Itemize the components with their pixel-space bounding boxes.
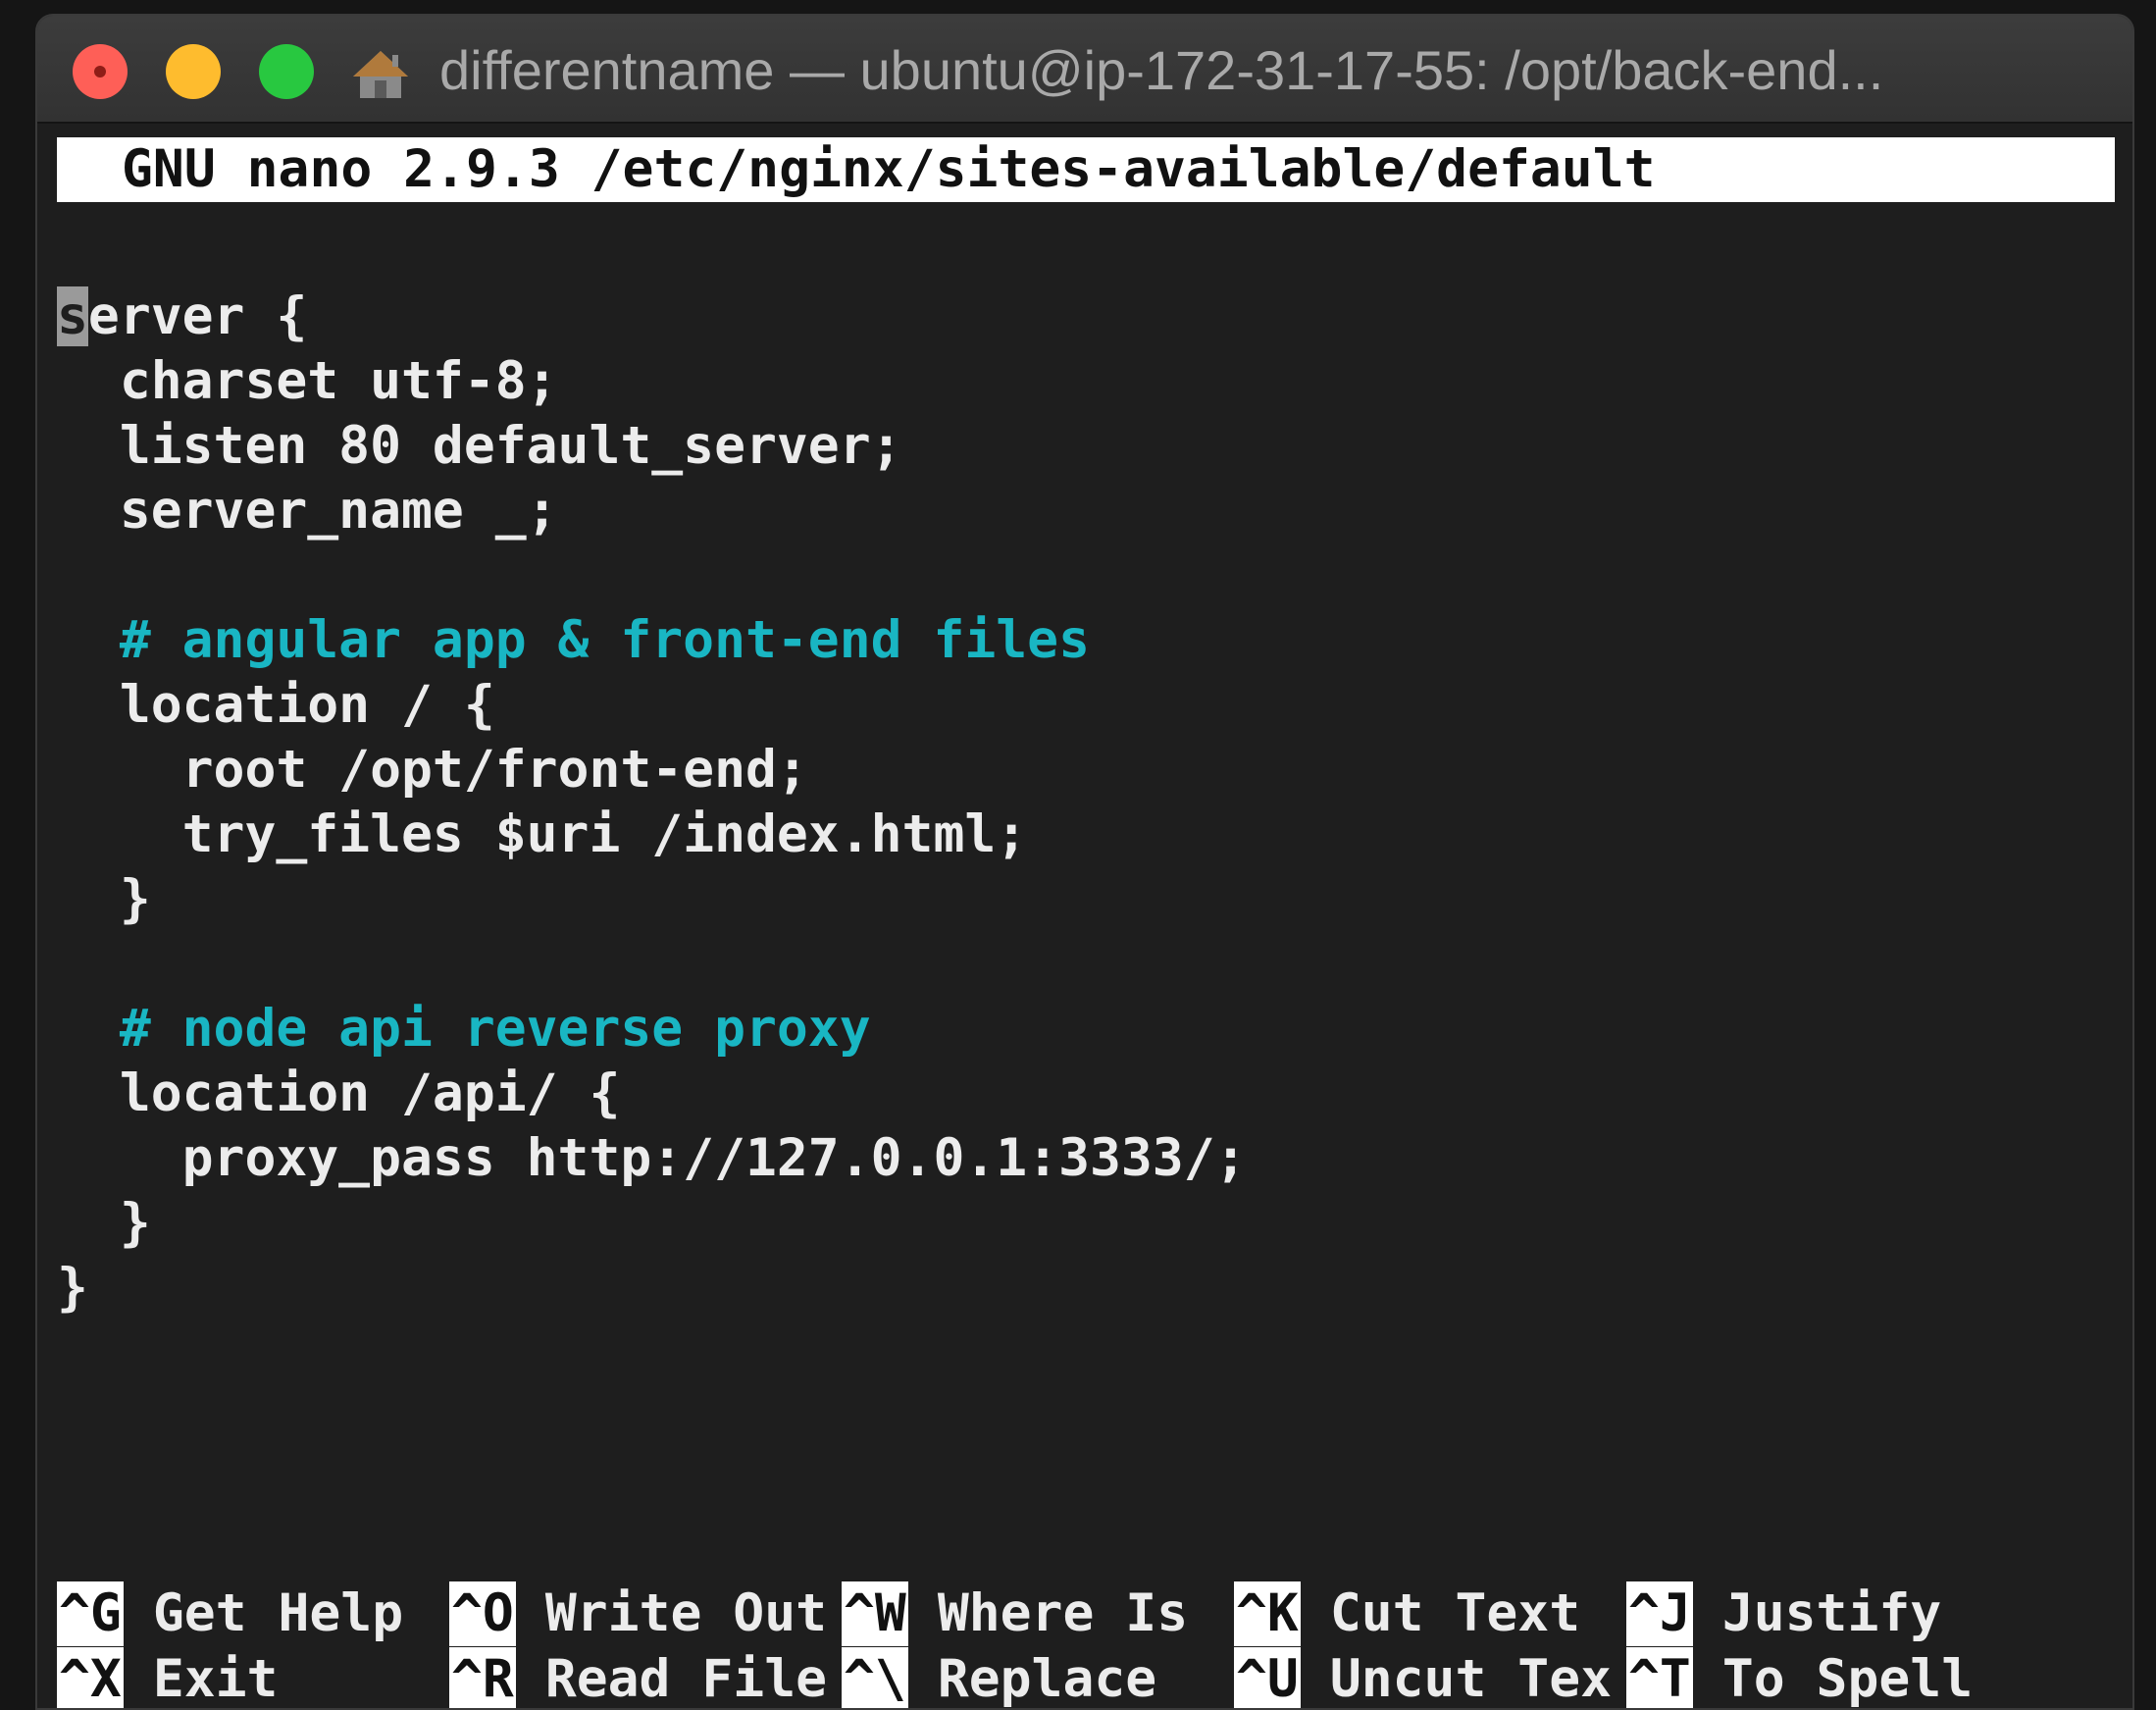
code-line: }	[57, 1258, 88, 1318]
shortcut-key: ^\	[842, 1647, 908, 1708]
shortcut-label: Cut Text	[1329, 1583, 1581, 1643]
shortcut-justify[interactable]: ^J Justify	[1626, 1581, 1941, 1646]
home-icon	[353, 51, 408, 98]
shortcut-write-out[interactable]: ^O Write Out	[449, 1581, 827, 1646]
shortcut-key: ^T	[1626, 1647, 1693, 1708]
shortcut-key: ^R	[449, 1647, 516, 1708]
shortcut-label: Read File	[544, 1649, 828, 1709]
title-bar[interactable]: differentname — ubuntu@ip-172-31-17-55: …	[37, 16, 2132, 124]
nano-header: GNU nano 2.9.3 /etc/nginx/sites-availabl…	[57, 137, 2115, 202]
code-line: root /opt/front-end;	[57, 740, 808, 800]
shortcut-cut-text[interactable]: ^K Cut Text	[1234, 1581, 1580, 1646]
shortcut-to-spell[interactable]: ^T To Spell	[1626, 1647, 1974, 1709]
shortcut-key: ^U	[1234, 1647, 1301, 1708]
shortcut-key: ^G	[57, 1581, 124, 1646]
shortcut-exit[interactable]: ^X Exit	[57, 1647, 279, 1709]
code-comment: # angular app & front-end files	[57, 610, 1090, 670]
shortcut-label: Justify	[1721, 1583, 1942, 1643]
minimize-button[interactable]	[166, 44, 221, 99]
shortcut-get-help[interactable]: ^G Get Help	[57, 1581, 403, 1646]
shortcut-key: ^J	[1626, 1581, 1693, 1646]
window-title: differentname — ubuntu@ip-172-31-17-55: …	[439, 39, 1884, 101]
shortcut-label: Write Out	[544, 1583, 828, 1643]
code-line: }	[57, 1193, 151, 1253]
shortcut-label: Get Help	[152, 1583, 404, 1643]
shortcut-key: ^K	[1234, 1581, 1301, 1646]
shortcut-label: Where Is	[937, 1583, 1189, 1643]
shortcut-uncut-text[interactable]: ^U Uncut Tex	[1234, 1647, 1613, 1709]
code-line: }	[57, 869, 151, 929]
code-line: location /api/ {	[57, 1063, 621, 1123]
shortcut-key: ^X	[57, 1647, 124, 1708]
code-line: server {	[57, 285, 307, 349]
code-line: location / {	[57, 675, 495, 735]
code-line: charset utf-8;	[57, 351, 558, 411]
shortcut-label: Uncut Tex	[1329, 1649, 1613, 1709]
maximize-button[interactable]	[259, 44, 314, 99]
shortcut-label: Exit	[152, 1649, 279, 1709]
shortcut-label: Replace	[937, 1649, 1157, 1709]
shortcut-replace[interactable]: ^\ Replace	[842, 1647, 1157, 1709]
code-line: listen 80 default_server;	[57, 416, 902, 476]
shortcut-label: To Spell	[1721, 1649, 1974, 1709]
shortcut-key: ^O	[449, 1581, 516, 1646]
terminal-window: differentname — ubuntu@ip-172-31-17-55: …	[35, 14, 2134, 1710]
code-line: try_files $uri /index.html;	[57, 804, 1028, 864]
shortcut-key: ^W	[842, 1581, 908, 1646]
code-comment: # node api reverse proxy	[57, 999, 871, 1059]
close-button[interactable]	[73, 44, 128, 99]
text-cursor: s	[57, 286, 88, 346]
shortcut-where-is[interactable]: ^W Where Is	[842, 1581, 1188, 1646]
code-text: erver {	[87, 286, 308, 346]
code-line: proxy_pass http://127.0.0.1:3333/;	[57, 1128, 1247, 1188]
shortcut-read-file[interactable]: ^R Read File	[449, 1647, 828, 1709]
code-line: server_name _;	[57, 481, 558, 541]
